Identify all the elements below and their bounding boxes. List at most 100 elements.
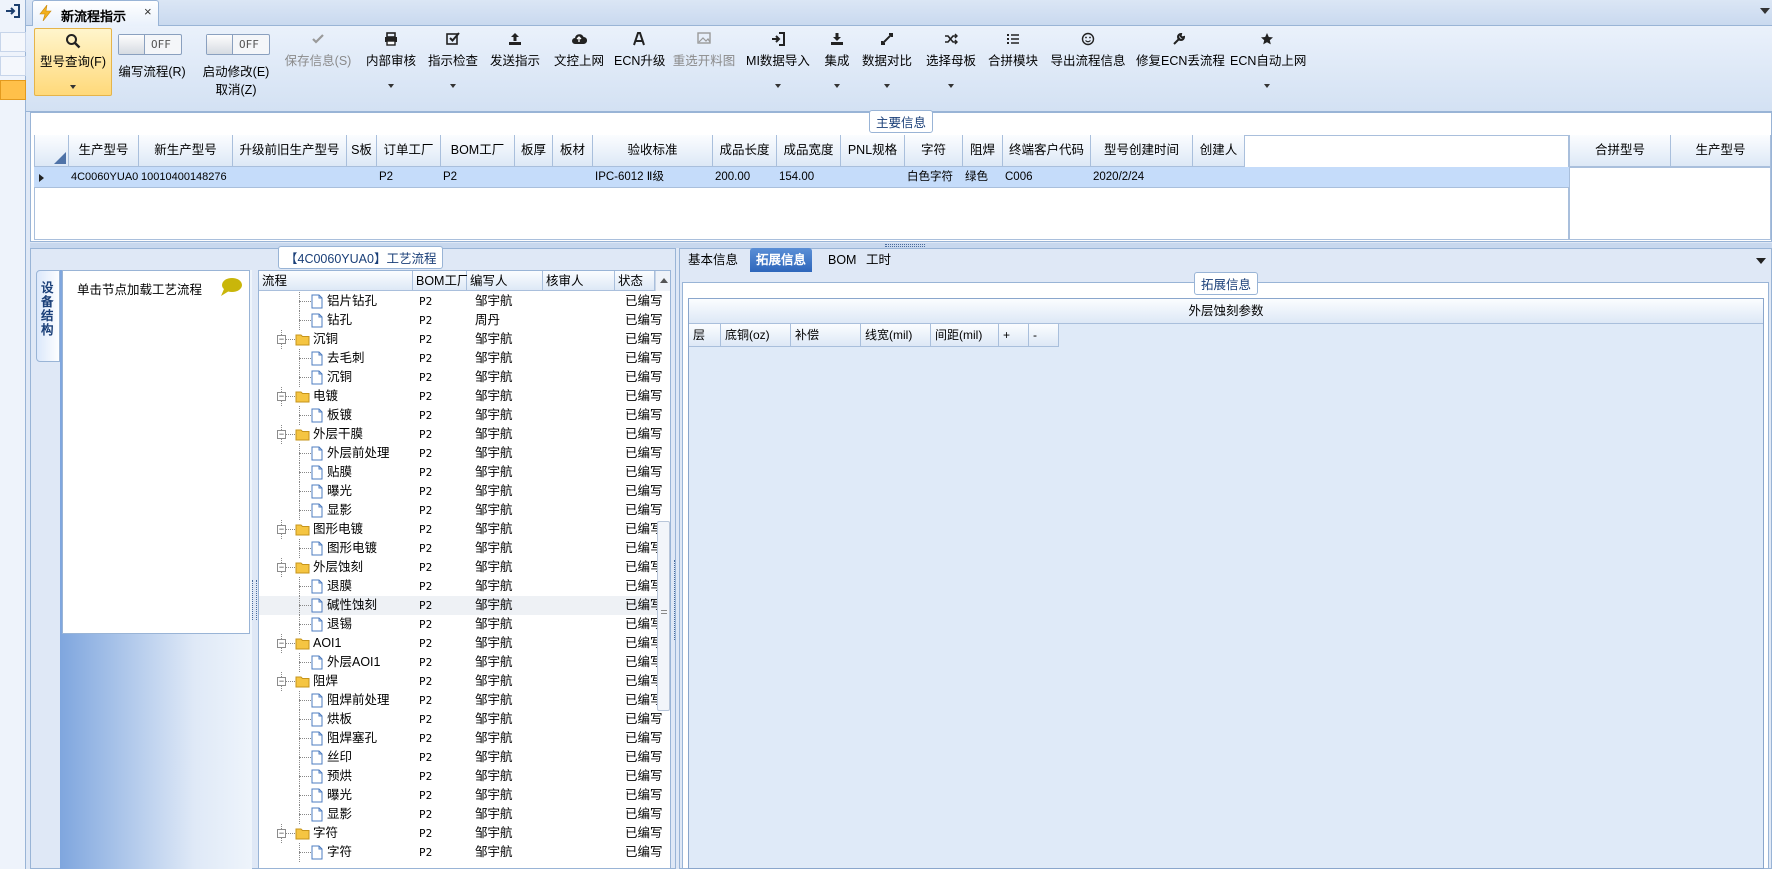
tab-list-chevron-icon[interactable] (1756, 258, 1766, 264)
tab-equipment-structure[interactable]: 设备结构 (36, 270, 60, 362)
tree-step-row[interactable]: 预烘 P2 邹宇航 已编写 (259, 767, 670, 786)
tree-folder-row[interactable]: − 外层干膜 P2 邹宇航 已编写 (259, 425, 670, 444)
side-splitter-grip[interactable] (252, 580, 257, 620)
tree-step-row[interactable]: 退膜 P2 邹宇航 已编写 (259, 577, 670, 596)
tree-folder-row[interactable]: − AOI1 P2 邹宇航 已编写 (259, 634, 670, 653)
tree-step-row[interactable]: 阻焊塞孔 P2 邹宇航 已编写 (259, 729, 670, 748)
tree-step-row[interactable]: 曝光 P2 邹宇航 已编写 (259, 786, 670, 805)
tree-folder-row[interactable]: − 电镀 P2 邹宇航 已编写 (259, 387, 670, 406)
col-header-s-board[interactable]: S板 (347, 135, 377, 167)
col-header-create-time[interactable]: 型号创建时间 (1091, 135, 1193, 167)
tab-bom[interactable]: BOM (822, 248, 862, 272)
tree-step-row[interactable]: 字符 P2 邹宇航 已编写 (259, 843, 670, 862)
col-header-merge-model[interactable]: 合拼型号 (1569, 135, 1671, 167)
tree-step-row[interactable]: 外层AOI1 P2 邹宇航 已编写 (259, 653, 670, 672)
tree-step-row[interactable]: 阻焊前处理 P2 邹宇航 已编写 (259, 691, 670, 710)
tree-step-row[interactable]: 去毛刺 P2 邹宇航 已编写 (259, 349, 670, 368)
mi-data-import-button[interactable]: MI数据导入 (746, 28, 810, 94)
col-header-old-prod-model[interactable]: 升级前旧生产型号 (233, 135, 347, 167)
col-header-merge-prod-model[interactable]: 生产型号 (1671, 135, 1771, 167)
col-header-bom-factory[interactable]: BOM工厂 (441, 135, 515, 167)
splitter-grip[interactable] (885, 244, 925, 247)
fix-ecn-lost-process-button[interactable]: 修复ECN丢流程 (1136, 28, 1225, 88)
col-header-finished-length[interactable]: 成品长度 (713, 135, 777, 167)
col-header-solder-mask[interactable]: 阻焊 (963, 135, 1003, 167)
col-header-creator[interactable]: 创建人 (1193, 135, 1245, 167)
tree-step-row[interactable]: 碱性蚀刻 P2 邹宇航 已编写 (259, 596, 670, 615)
tree-step-row[interactable]: 沉铜 P2 邹宇航 已编写 (259, 368, 670, 387)
cancel-label[interactable]: 取消(Z) (196, 79, 276, 98)
data-compare-button[interactable]: 数据对比 (862, 28, 912, 94)
select-mother-board-button[interactable]: 选择母板 (924, 28, 978, 94)
tree-step-row[interactable]: 板镀 P2 邹宇航 已编写 (259, 406, 670, 425)
tree-step-row[interactable]: 铝片钻孔 P2 邹宇航 已编写 (259, 292, 670, 311)
col-header-prod-model[interactable]: 生产型号 (69, 135, 139, 167)
add-row-button[interactable]: + (999, 324, 1029, 347)
tree-folder-row[interactable]: − 字符 P2 邹宇航 已编写 (259, 824, 670, 843)
nav-button-2[interactable] (0, 56, 26, 76)
collapse-toggle-icon[interactable]: − (277, 392, 286, 401)
tab-new-process[interactable]: 新流程指示 × (32, 0, 159, 27)
col-header-bom-factory[interactable]: BOM工厂 (413, 271, 469, 291)
login-icon[interactable] (5, 4, 21, 18)
col-header-board-material[interactable]: 板材 (553, 135, 593, 167)
col-header-acceptance-std[interactable]: 验收标准 (593, 135, 713, 167)
col-header-reviewer[interactable]: 核审人 (543, 271, 615, 291)
col-header-customer-code[interactable]: 终端客户代码 (1003, 135, 1091, 167)
tab-menu-chevron-icon[interactable] (1760, 8, 1770, 14)
ecn-auto-online-button[interactable]: ECN自动上网 (1230, 28, 1306, 94)
col-header-author[interactable]: 编写人 (467, 271, 543, 291)
col-header-spacing[interactable]: 间距(mil) (931, 324, 999, 347)
collapse-toggle-icon[interactable]: − (277, 639, 286, 648)
tree-folder-row[interactable]: − 阻焊 P2 邹宇航 已编写 (259, 672, 670, 691)
col-header-new-prod-model[interactable]: 新生产型号 (139, 135, 233, 167)
col-header-legend-char[interactable]: 字符 (905, 135, 963, 167)
merge-module-button[interactable]: 合拼模块 (986, 28, 1040, 88)
col-header-line-width[interactable]: 线宽(mil) (861, 324, 931, 347)
col-header-finished-width[interactable]: 成品宽度 (777, 135, 841, 167)
instruction-check-button[interactable]: 指示检查 (426, 28, 480, 94)
send-instruction-button[interactable]: 发送指示 (488, 28, 542, 88)
tree-step-row[interactable]: 显影 P2 邹宇航 已编写 (259, 805, 670, 824)
write-process-toggle[interactable]: OFF (118, 34, 182, 55)
tree-step-row[interactable]: 贴膜 P2 邹宇航 已编写 (259, 463, 670, 482)
tree-step-row[interactable]: 外层前处理 P2 邹宇航 已编写 (259, 444, 670, 463)
tree-folder-row[interactable]: − 外层蚀刻 P2 邹宇航 已编写 (259, 558, 670, 577)
start-modify-toggle[interactable]: OFF (206, 34, 270, 55)
col-header-pnl-spec[interactable]: PNL规格 (841, 135, 905, 167)
collapse-toggle-icon[interactable]: − (277, 829, 286, 838)
tree-step-row[interactable]: 烘板 P2 邹宇航 已编写 (259, 710, 670, 729)
tree-folder-row[interactable]: − 图形电镀 P2 邹宇航 已编写 (259, 520, 670, 539)
col-header-status[interactable]: 状态 (615, 271, 655, 291)
col-header-layer[interactable]: 层 (689, 324, 721, 347)
tree-step-row[interactable]: 显影 P2 邹宇航 已编写 (259, 501, 670, 520)
collapse-toggle-icon[interactable]: − (277, 563, 286, 572)
tree-step-row[interactable]: 丝印 P2 邹宇航 已编写 (259, 748, 670, 767)
tab-extended-info[interactable]: 拓展信息 (750, 248, 813, 272)
collapse-toggle-icon[interactable]: − (277, 677, 286, 686)
tab-work-hours[interactable]: 工时 (860, 248, 897, 272)
col-header-process[interactable]: 流程 (259, 271, 413, 291)
collapse-toggle-icon[interactable]: − (277, 430, 286, 439)
tree-step-row[interactable]: 钻孔 P2 周丹 已编写 (259, 311, 670, 330)
doc-control-online-button[interactable]: 文控上网 (550, 28, 608, 88)
tree-step-row[interactable]: 曝光 P2 邹宇航 已编写 (259, 482, 670, 501)
tree-folder-row[interactable]: − 沉铜 P2 邹宇航 已编写 (259, 330, 670, 349)
save-info-button[interactable]: 保存信息(S) (282, 28, 354, 88)
col-header-compensation[interactable]: 补偿 (791, 324, 861, 347)
col-header-order-factory[interactable]: 订单工厂 (377, 135, 441, 167)
export-process-info-button[interactable]: 导出流程信息 (1050, 28, 1126, 88)
tree-step-row[interactable]: 图形电镀 P2 邹宇航 已编写 (259, 539, 670, 558)
col-header-base-copper[interactable]: 底铜(oz) (721, 324, 791, 347)
remove-row-button[interactable]: - (1029, 324, 1059, 347)
collapse-toggle-icon[interactable]: − (277, 335, 286, 344)
model-query-button[interactable]: 型号查询(F) (34, 28, 112, 96)
tab-basic-info[interactable]: 基本信息 (682, 248, 744, 272)
collapse-toggle-icon[interactable]: − (277, 525, 286, 534)
tree-step-row[interactable]: 退锡 P2 邹宇航 已编写 (259, 615, 670, 634)
reselect-cutting-chart-button[interactable]: 重选开料图 (672, 28, 736, 88)
scroll-up-arrow-icon[interactable] (655, 271, 670, 291)
tree-scrollbar-thumb[interactable] (657, 521, 670, 711)
table-row[interactable]: 4C0060YUA0 10010400148276 P2 P2 IPC-6012… (34, 167, 1569, 188)
integrate-button[interactable]: 集成 (818, 28, 856, 94)
